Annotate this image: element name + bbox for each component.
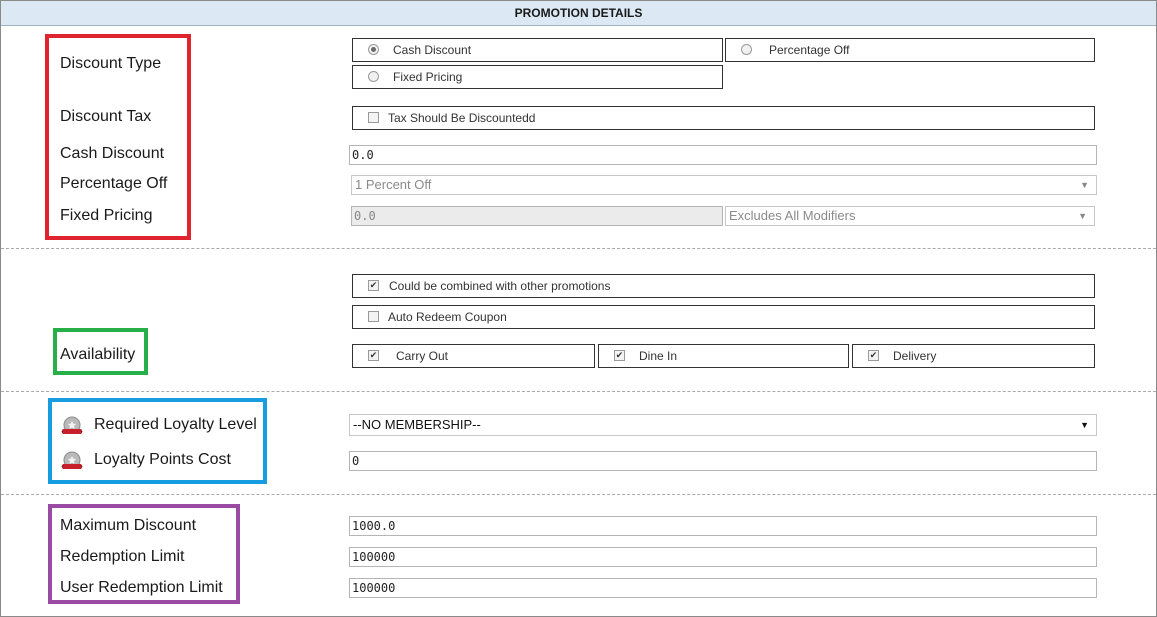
user-redemption-limit-input[interactable]: 100000 [349,578,1097,598]
chevron-down-icon: ▼ [1080,420,1089,430]
redemption-limit-input[interactable]: 100000 [349,547,1097,567]
checkbox-label: Auto Redeem Coupon [388,310,507,324]
checkbox-label: Could be combined with other promotions [389,279,611,293]
radio-option-label: Fixed Pricing [393,70,463,84]
checkbox-label: Carry Out [396,349,449,363]
loyalty-points-cost-input[interactable]: 0 [349,451,1097,471]
percentage-off-label: Percentage Off [60,175,168,192]
discount-type-label: Discount Type [60,55,162,72]
radio-option-label: Percentage Off [769,43,850,57]
select-value: --NO MEMBERSHIP-- [353,417,481,432]
delivery-checkbox-row[interactable]: ✔ Delivery [852,344,1095,368]
radio-option-percentage-off[interactable]: Percentage Off [725,38,1095,62]
user-redemption-limit-label: User Redemption Limit [60,579,223,596]
select-value: 1 Percent Off [355,177,432,192]
loyalty-points-cost-label: Loyalty Points Cost [94,451,231,468]
radio-selected-icon[interactable] [368,44,379,55]
auto-redeem-checkbox-row[interactable]: Auto Redeem Coupon [352,305,1095,329]
cash-discount-input[interactable]: 0.0 [349,145,1097,165]
section-divider [1,494,1156,495]
radio-option-label: Cash Discount [393,43,472,57]
loyalty-badge-icon [61,416,83,434]
checkbox-unchecked-icon[interactable] [368,112,379,123]
percentage-off-select[interactable]: 1 Percent Off ▼ [351,175,1097,195]
checkbox-checked-icon[interactable]: ✔ [368,350,379,361]
select-value: Excludes All Modifiers [729,208,856,223]
section-divider [1,248,1156,249]
checkbox-label: Tax Should Be Discountedd [388,111,536,125]
loyalty-badge-icon [61,451,83,469]
checkbox-unchecked-icon[interactable] [368,311,379,322]
redemption-limit-label: Redemption Limit [60,548,185,565]
discount-tax-label: Discount Tax [60,108,152,125]
fixed-pricing-modifier-select[interactable]: Excludes All Modifiers ▼ [725,206,1095,226]
checkbox-checked-icon[interactable]: ✔ [868,350,879,361]
maximum-discount-label: Maximum Discount [60,517,197,534]
cash-discount-label: Cash Discount [60,145,165,162]
checkbox-checked-icon[interactable]: ✔ [368,280,379,291]
checkbox-checked-icon[interactable]: ✔ [614,350,625,361]
combine-promotions-checkbox-row[interactable]: ✔ Could be combined with other promotion… [352,274,1095,298]
radio-unselected-icon[interactable] [368,71,379,82]
fixed-pricing-input[interactable]: 0.0 [351,206,723,226]
tax-discount-checkbox-row[interactable]: Tax Should Be Discountedd [352,106,1095,130]
required-loyalty-level-label: Required Loyalty Level [94,416,257,433]
section-divider [1,391,1156,392]
radio-option-fixed-pricing[interactable]: Fixed Pricing [352,65,723,89]
chevron-down-icon: ▼ [1080,180,1089,190]
checkbox-label: Dine In [639,349,678,363]
radio-unselected-icon[interactable] [741,44,752,55]
carry-out-checkbox-row[interactable]: ✔ Carry Out [352,344,595,368]
chevron-down-icon: ▼ [1078,211,1087,221]
loyalty-level-select[interactable]: --NO MEMBERSHIP-- ▼ [349,414,1097,436]
dine-in-checkbox-row[interactable]: ✔ Dine In [598,344,849,368]
panel-header: PROMOTION DETAILS [1,1,1156,26]
checkbox-label: Delivery [893,349,937,363]
availability-label: Availability [60,346,136,363]
maximum-discount-input[interactable]: 1000.0 [349,516,1097,536]
radio-option-cash-discount[interactable]: Cash Discount [352,38,723,62]
fixed-pricing-label: Fixed Pricing [60,207,153,224]
